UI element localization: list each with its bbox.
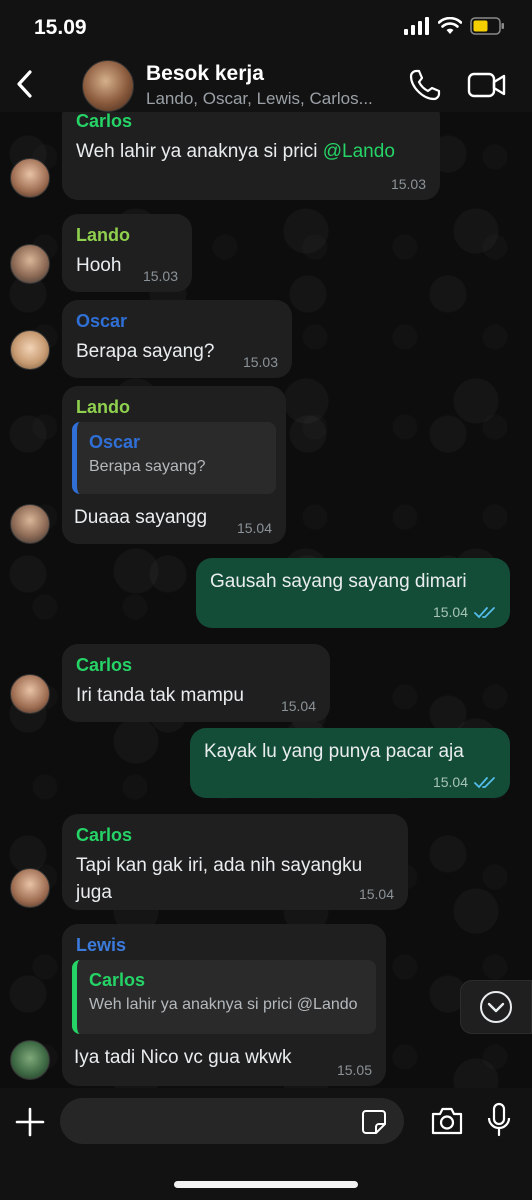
- message-time: 15.04: [280, 698, 316, 714]
- message-bubble[interactable]: Carlos Weh lahir ya anaknya si prici @La…: [62, 112, 440, 200]
- read-receipt-icon: [474, 777, 495, 789]
- quote-text: Weh lahir ya anaknya si prici @Lando: [89, 996, 358, 1013]
- message-text-line: Tapi kan gak iri, ada nih sayangku: [76, 855, 363, 876]
- quote-sender: Carlos: [89, 970, 146, 990]
- sender-avatar[interactable]: [10, 158, 50, 198]
- status-icons: [404, 17, 506, 35]
- message-bubble[interactable]: Lewis Carlos Weh lahir ya anaknya si pri…: [62, 924, 386, 1086]
- message-text: Gausah sayang sayang dimari: [210, 571, 467, 592]
- group-members[interactable]: Lando, Oscar, Lewis, Carlos...: [146, 89, 373, 109]
- quoted-message[interactable]: Oscar Berapa sayang?: [72, 422, 276, 494]
- sender-name[interactable]: Carlos: [76, 654, 316, 676]
- chevron-down-icon: [480, 991, 512, 1023]
- message-text-part: Weh lahir ya anaknya si prici: [76, 141, 323, 162]
- message-bubble[interactable]: Carlos Iri tanda tak mampu 15.04: [62, 644, 330, 722]
- chat-area[interactable]: Carlos Weh lahir ya anaknya si prici @La…: [0, 112, 532, 1088]
- sender-avatar[interactable]: [10, 244, 50, 284]
- message-time: 15.04: [432, 774, 468, 790]
- sender-name[interactable]: Carlos: [76, 112, 426, 132]
- camera-icon[interactable]: [430, 1106, 464, 1136]
- wifi-icon: [438, 17, 462, 34]
- message-bubble[interactable]: Lando Hooh 15.03: [62, 214, 192, 292]
- message-text: Weh lahir ya anaknya si prici @Lando: [76, 138, 426, 165]
- message-time: 15.04: [358, 886, 394, 902]
- mention-link[interactable]: @Lando: [323, 141, 395, 162]
- message-bubble[interactable]: Carlos Tapi kan gak iri, ada nih sayangk…: [62, 814, 408, 910]
- signal-icon: [404, 17, 429, 35]
- microphone-icon[interactable]: [486, 1102, 512, 1138]
- plus-icon[interactable]: [14, 1106, 46, 1138]
- sender-name[interactable]: Lando: [76, 396, 272, 418]
- message-composer: [0, 1088, 532, 1200]
- quote-text: Berapa sayang?: [89, 458, 206, 475]
- scroll-to-bottom-button[interactable]: [460, 980, 532, 1034]
- message-time: 15.04: [236, 520, 272, 536]
- group-avatar[interactable]: [82, 60, 134, 112]
- message-time: 15.05: [336, 1062, 372, 1078]
- sender-avatar[interactable]: [10, 504, 50, 544]
- outgoing-message-bubble[interactable]: Kayak lu yang punya pacar aja 15.04: [190, 728, 510, 798]
- outgoing-message-bubble[interactable]: Gausah sayang sayang dimari 15.04: [196, 558, 510, 628]
- sender-name[interactable]: Carlos: [76, 824, 394, 846]
- message-bubble[interactable]: Lando Oscar Berapa sayang? Duaaa sayangg…: [62, 386, 286, 544]
- message-input[interactable]: [60, 1098, 404, 1144]
- message-time: 15.03: [242, 354, 278, 370]
- status-bar: 15.09: [0, 0, 532, 56]
- quote-sender: Oscar: [89, 432, 141, 452]
- video-call-icon[interactable]: [467, 70, 507, 100]
- quoted-message[interactable]: Carlos Weh lahir ya anaknya si prici @La…: [72, 960, 376, 1034]
- back-button[interactable]: [10, 66, 40, 102]
- message-text: Kayak lu yang punya pacar aja: [204, 741, 464, 762]
- read-receipt-icon: [474, 607, 495, 619]
- message-text-line: juga: [76, 882, 112, 903]
- battery-icon: [470, 17, 504, 35]
- sender-avatar[interactable]: [10, 330, 50, 370]
- phone-icon[interactable]: [408, 68, 442, 102]
- status-time: 15.09: [34, 16, 87, 39]
- sender-name[interactable]: Lando: [76, 224, 178, 246]
- sender-avatar[interactable]: [10, 1040, 50, 1080]
- sender-avatar[interactable]: [10, 674, 50, 714]
- message-time: 15.03: [390, 176, 426, 192]
- home-indicator[interactable]: [174, 1181, 358, 1188]
- message-text: Duaaa sayangg: [74, 507, 208, 528]
- chat-header: Besok kerja Lando, Oscar, Lewis, Carlos.…: [0, 56, 532, 112]
- message-time: 15.03: [142, 268, 178, 284]
- message-text: Iya tadi Nico vc gua wkwk: [74, 1047, 292, 1068]
- sticker-icon[interactable]: [361, 1109, 387, 1135]
- group-name[interactable]: Besok kerja: [146, 62, 264, 86]
- sender-name[interactable]: Lewis: [76, 934, 372, 956]
- message-bubble[interactable]: Oscar Berapa sayang? 15.03: [62, 300, 292, 378]
- sender-avatar[interactable]: [10, 868, 50, 908]
- sender-name[interactable]: Oscar: [76, 310, 278, 332]
- message-time: 15.04: [432, 604, 468, 620]
